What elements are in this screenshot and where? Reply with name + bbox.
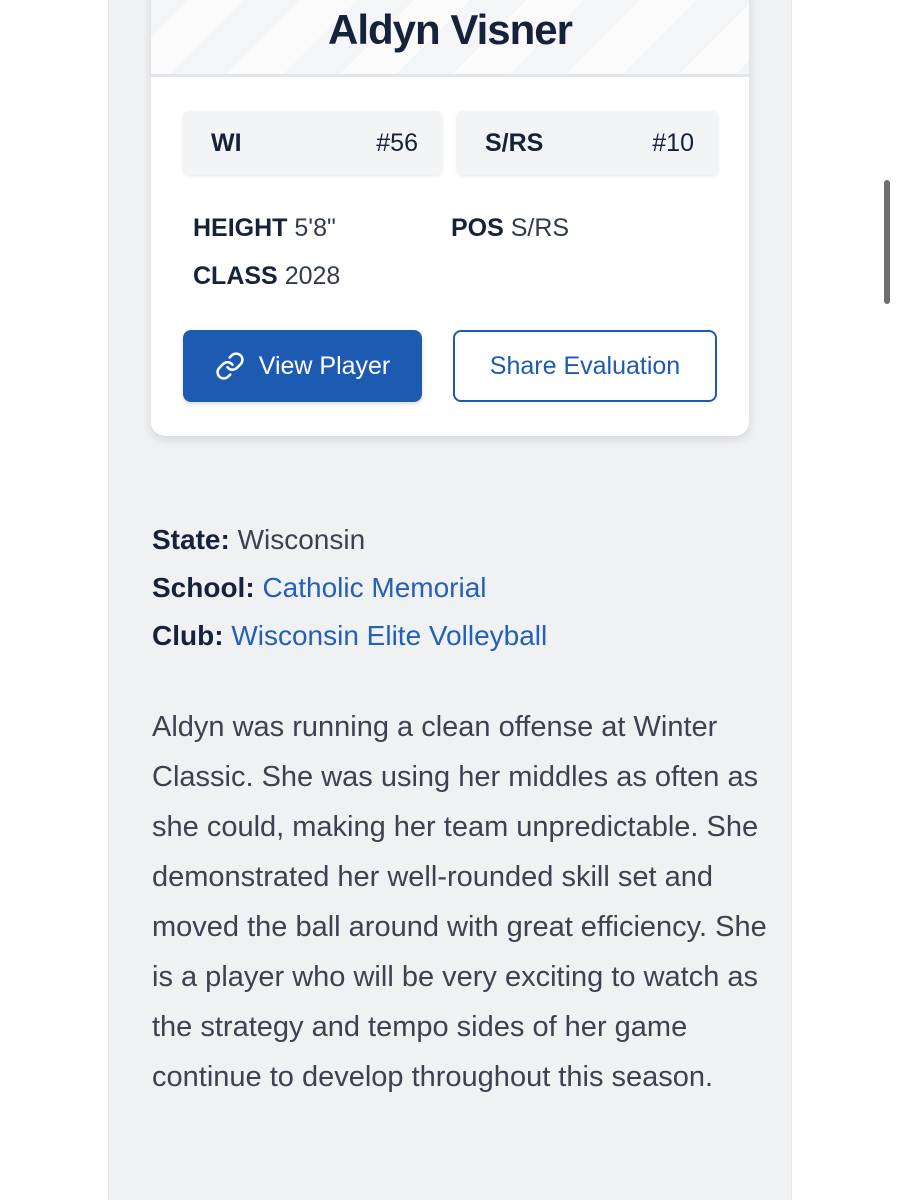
player-card: Aldyn Visner WI #56 S/RS #10 HEIGHT 5'8"…	[151, 0, 749, 436]
class-value: 2028	[284, 262, 341, 290]
class-label: CLASS	[193, 262, 278, 290]
evaluation-text: Aldyn was running a clean offense at Win…	[152, 711, 767, 1093]
position-label: POS	[451, 214, 504, 242]
height-stat: HEIGHT 5'8"	[193, 214, 336, 243]
school-link[interactable]: Catholic Memorial	[262, 572, 486, 603]
state-rank-label: WI	[211, 129, 242, 157]
position-rank-label: S/RS	[485, 129, 544, 157]
player-name: Aldyn Visner	[328, 6, 573, 53]
state-info-label: State:	[152, 524, 230, 555]
share-evaluation-label: Share Evaluation	[489, 351, 681, 380]
class-stat: CLASS 2028	[193, 262, 340, 291]
school-info-label: School:	[152, 572, 255, 603]
height-value: 5'8"	[294, 214, 336, 242]
position-value: S/RS	[510, 214, 570, 242]
position-rank-box: S/RS #10	[457, 111, 718, 175]
state-info: State: Wisconsin	[152, 524, 365, 556]
school-info: School: Catholic Memorial	[152, 572, 487, 604]
link-icon	[216, 352, 244, 380]
view-player-button[interactable]: View Player	[183, 330, 422, 402]
club-link[interactable]: Wisconsin Elite Volleyball	[231, 620, 547, 651]
height-label: HEIGHT	[193, 214, 288, 242]
state-rank-box: WI #56	[183, 111, 442, 175]
player-card-header: Aldyn Visner	[151, 0, 749, 77]
share-evaluation-button[interactable]: Share Evaluation	[453, 330, 717, 402]
state-rank-value: #56	[376, 129, 418, 157]
position-stat: POS S/RS	[451, 214, 569, 243]
club-info-label: Club:	[152, 620, 224, 651]
club-info: Club: Wisconsin Elite Volleyball	[152, 620, 547, 652]
position-rank-value: #10	[652, 129, 694, 157]
state-info-value: Wisconsin	[237, 524, 366, 555]
scrollbar-thumb[interactable]	[884, 180, 890, 304]
view-player-label: View Player	[258, 351, 391, 380]
